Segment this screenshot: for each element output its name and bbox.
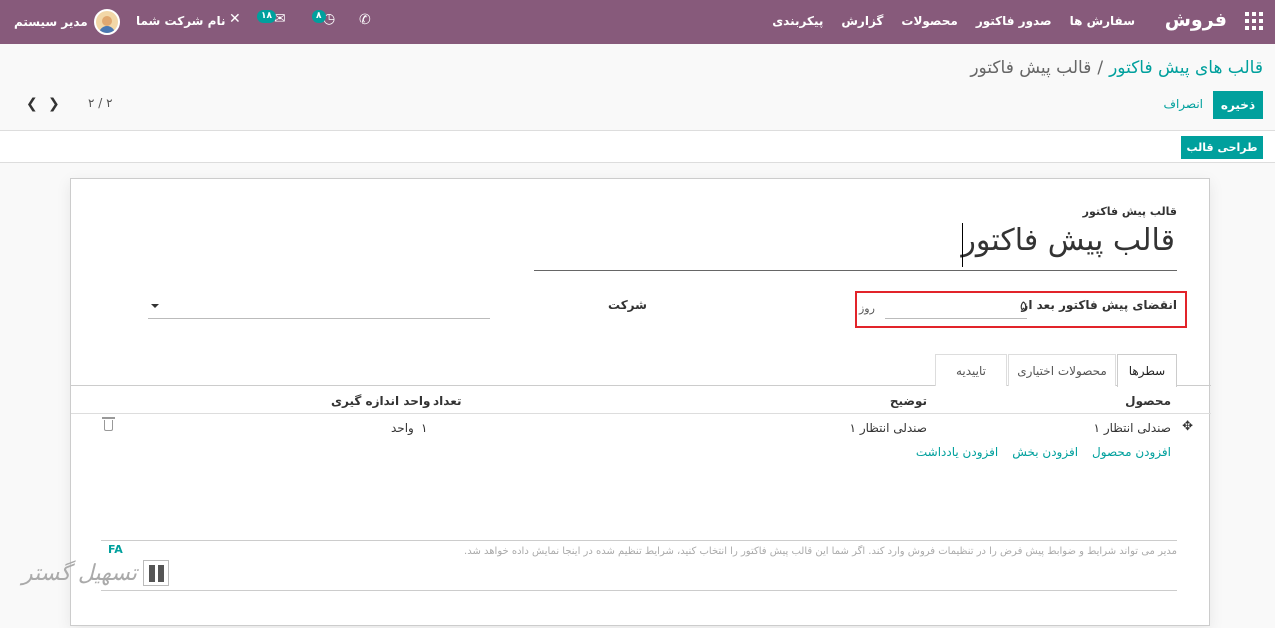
tab-lines[interactable]: سطرها (1117, 354, 1177, 387)
pager-previous-icon[interactable]: ❮ (26, 96, 38, 112)
menu-products[interactable]: محصولات (901, 14, 957, 28)
user-menu[interactable]: مدیر سیستم (14, 8, 120, 36)
add-product-link[interactable]: افزودن محصول (1092, 445, 1171, 459)
phone-icon[interactable]: ✆ (359, 12, 371, 28)
messages-icon[interactable]: ✉ (274, 11, 286, 27)
apps-menu-icon[interactable] (1245, 12, 1263, 30)
chevron-down-icon[interactable] (151, 304, 159, 308)
expiry-days-input[interactable]: ۵ روز (859, 297, 1027, 319)
expiry-label: انقضای پیش فاکتور بعد از (1021, 298, 1177, 312)
add-line-links: افزودن محصول افزودن بخش افزودن یادداشت (916, 445, 1171, 459)
language-badge[interactable]: FA (108, 543, 123, 556)
menu-configuration[interactable]: پیکربندی (772, 14, 823, 28)
pager-value[interactable]: ۲ / ۲ (88, 96, 113, 110)
design-template-button[interactable]: طراحی قالب (1181, 136, 1263, 159)
column-header-uom[interactable]: واحد اندازه گیری (331, 394, 431, 408)
form-sheet: قالب پیش فاکتور قالب پیش فاکتور انقضای پ… (70, 178, 1211, 626)
discard-button[interactable]: انصراف (1164, 97, 1203, 111)
table-row-uom[interactable]: واحد (391, 421, 414, 435)
tab-confirmation[interactable]: تاییدیه (935, 354, 1007, 386)
column-header-product[interactable]: محصول (1125, 394, 1171, 408)
debug-tools-icon[interactable]: ✕ (229, 11, 241, 27)
table-row-quantity[interactable]: ۱ (421, 421, 427, 435)
breadcrumb-separator: / (1097, 58, 1104, 78)
breadcrumb: قالب های پیش فاکتور / قالب پیش فاکتور (970, 58, 1263, 78)
drag-handle-icon[interactable]: ✥ (1182, 419, 1193, 434)
watermark-icon (143, 560, 170, 586)
save-button[interactable]: ذخیره (1213, 91, 1263, 119)
header-divider (71, 413, 1211, 414)
table-row-description[interactable]: صندلی انتظار ۱ (850, 421, 927, 435)
template-name-value: قالب پیش فاکتور (961, 223, 1175, 258)
add-note-link[interactable]: افزودن یادداشت (916, 445, 998, 459)
note-divider-top (101, 540, 1177, 541)
text-caret (962, 223, 963, 267)
watermark-text: ﺗﺴﻬﯿﻞ ﮔﺴﺘﺮ (22, 560, 138, 586)
terms-note-field[interactable]: مدیر می تواند شرایط و ضوابط پیش فرض را د… (464, 546, 1177, 557)
company-label: شرکت (608, 298, 647, 312)
breadcrumb-current: قالب پیش فاکتور (970, 58, 1092, 78)
user-name: مدیر سیستم (14, 15, 88, 29)
expiry-unit: روز (859, 302, 875, 315)
form-statusbar (0, 131, 1275, 163)
breadcrumb-parent[interactable]: قالب های پیش فاکتور (1109, 58, 1263, 78)
column-header-quantity[interactable]: تعداد (433, 394, 461, 408)
app-brand[interactable]: فروش (1165, 9, 1227, 31)
note-divider-bottom (101, 590, 1177, 591)
company-select[interactable] (148, 297, 490, 319)
menu-invoicing[interactable]: صدور فاکتور (976, 14, 1052, 28)
table-row-product[interactable]: صندلی انتظار ۱ (1094, 421, 1171, 435)
menu-reporting[interactable]: گزارش (841, 14, 883, 28)
template-name-input[interactable]: قالب پیش فاکتور (534, 223, 1177, 271)
menu-orders[interactable]: سفارش ها (1070, 14, 1135, 28)
column-header-description[interactable]: توضیح (890, 394, 927, 408)
company-switcher[interactable]: نام شرکت شما (136, 14, 225, 28)
watermark-logo: ﺗﺴﻬﯿﻞ ﮔﺴﺘﺮ (22, 560, 170, 586)
activities-badge: ۸ (312, 10, 326, 23)
top-navbar: فروش سفارش ها صدور فاکتور محصولات گزارش … (0, 0, 1275, 44)
add-section-link[interactable]: افزودن بخش (1012, 445, 1078, 459)
trash-icon[interactable] (102, 417, 115, 431)
messages-badge: ۱۸ (257, 10, 276, 23)
avatar (93, 9, 120, 35)
main-menu: سفارش ها صدور فاکتور محصولات گزارش پیکرب… (772, 14, 1135, 28)
pager-next-icon[interactable]: ❯ (48, 96, 60, 112)
expiry-days-value: ۵ (1020, 299, 1027, 314)
tab-optional-products[interactable]: محصولات اختیاری (1008, 354, 1116, 386)
name-field-label: قالب پیش فاکتور (1082, 205, 1177, 218)
